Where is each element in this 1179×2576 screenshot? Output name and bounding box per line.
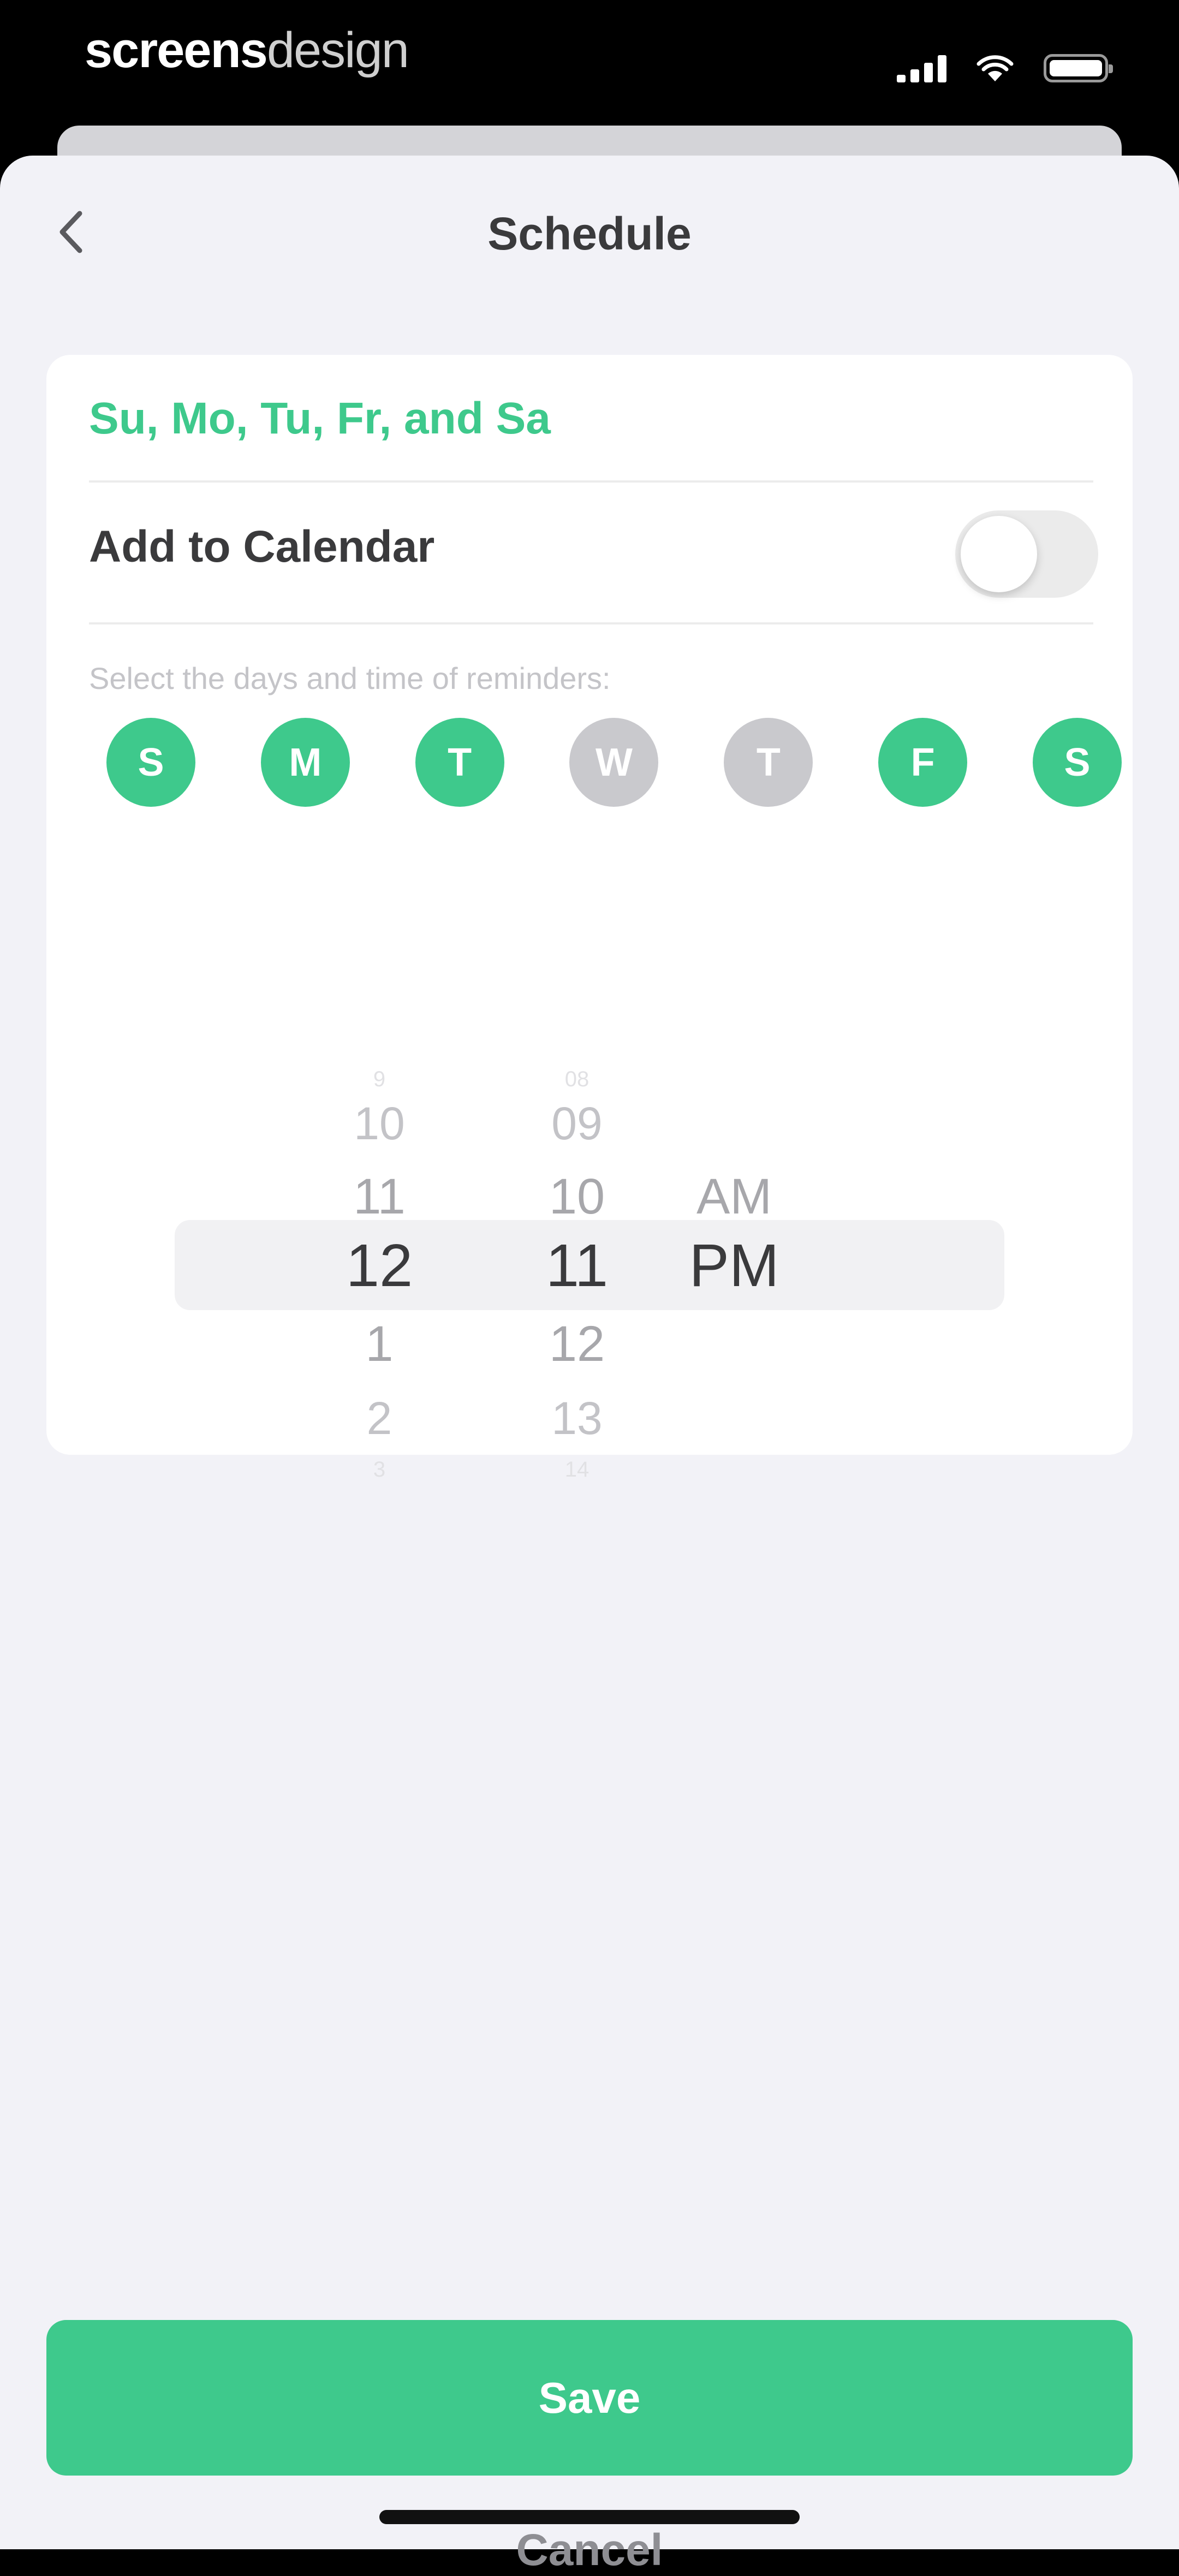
brand-watermark: screensdesign — [85, 22, 409, 79]
day-toggle-wednesday[interactable]: W — [569, 718, 659, 807]
hour-option[interactable]: 3 — [308, 1457, 450, 1482]
minute-option[interactable]: 12 — [506, 1316, 648, 1373]
day-toggle-saturday[interactable]: S — [1032, 718, 1122, 807]
day-toggle-friday[interactable]: F — [878, 718, 968, 807]
home-indicator — [379, 2510, 800, 2524]
minute-option[interactable]: 13 — [506, 1392, 648, 1445]
battery-icon — [1044, 54, 1113, 82]
hour-option[interactable]: 9 — [308, 1067, 450, 1092]
hour-option[interactable]: 10 — [308, 1097, 450, 1150]
hour-option[interactable]: 11 — [308, 1168, 450, 1225]
nav-bar: Schedule — [0, 156, 1179, 314]
minute-option[interactable]: 08 — [506, 1067, 648, 1092]
minute-option[interactable]: 10 — [506, 1168, 648, 1225]
hour-option-selected[interactable]: 12 — [308, 1231, 450, 1300]
brand-bold-text: screens — [85, 22, 268, 78]
add-to-calendar-label: Add to Calendar — [89, 522, 435, 572]
save-button[interactable]: Save — [46, 2320, 1133, 2476]
wifi-icon — [976, 55, 1014, 81]
period-option-selected[interactable]: PM — [658, 1231, 811, 1300]
schedule-card: Su, Mo, Tu, Fr, and Sa Add to Calendar S… — [46, 355, 1133, 1482]
page-title: Schedule — [487, 208, 692, 259]
schedule-sheet: Schedule Su, Mo, Tu, Fr, and Sa Add to C… — [0, 156, 1179, 2575]
day-toggle-tuesday[interactable]: T — [415, 718, 504, 807]
day-toggle-sunday[interactable]: S — [106, 718, 195, 807]
brand-light-text: design — [266, 22, 409, 78]
status-bar: screensdesign — [0, 0, 1179, 131]
hour-option[interactable]: 2 — [308, 1392, 450, 1445]
hour-option[interactable]: 1 — [308, 1316, 450, 1373]
add-to-calendar-toggle[interactable] — [955, 510, 1098, 598]
cancel-button[interactable]: Cancel — [0, 2525, 1179, 2576]
period-option[interactable]: AM — [658, 1168, 811, 1225]
toggle-knob — [961, 516, 1037, 592]
divider — [89, 622, 1093, 624]
status-icons — [897, 49, 1113, 87]
minute-option-selected[interactable]: 11 — [506, 1231, 648, 1300]
day-toggle-thursday[interactable]: T — [724, 718, 813, 807]
divider — [89, 480, 1093, 483]
minute-option[interactable]: 09 — [506, 1097, 648, 1150]
signal-icon — [897, 54, 946, 82]
minute-option[interactable]: 14 — [506, 1457, 648, 1482]
reminder-hint: Select the days and time of reminders: — [89, 661, 611, 695]
days-summary: Su, Mo, Tu, Fr, and Sa — [89, 394, 551, 443]
time-picker[interactable]: 9 10 11 12 1 2 3 08 09 10 11 12 13 14 AM… — [46, 1037, 1133, 1507]
day-toggle-monday[interactable]: M — [260, 718, 350, 807]
day-selector: S M T W T F S — [106, 718, 1122, 808]
